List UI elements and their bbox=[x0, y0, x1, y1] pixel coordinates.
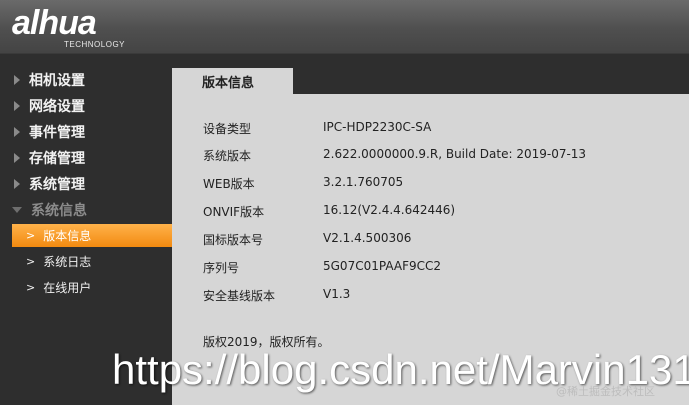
sidebar-subitem-system-log[interactable]: > 系统日志 bbox=[12, 250, 172, 273]
expand-arrow-icon bbox=[14, 75, 20, 85]
collapse-arrow-icon bbox=[12, 207, 22, 213]
value-gb-version: V2.1.4.500306 bbox=[323, 231, 412, 245]
expand-arrow-icon bbox=[14, 179, 20, 189]
sidebar-item-label: 网络设置 bbox=[29, 99, 85, 115]
value-system-version: 2.622.0000000.9.R, Build Date: 2019-07-1… bbox=[323, 147, 587, 161]
sidebar-item-network-settings[interactable]: 网络设置 bbox=[0, 93, 172, 119]
label-system-version: 系统版本 bbox=[203, 149, 252, 163]
sidebar-item-label: 相机设置 bbox=[29, 73, 85, 89]
sidebar-item-label: 系统信息 bbox=[31, 203, 87, 219]
sidebar-subitem-online-users[interactable]: > 在线用户 bbox=[12, 276, 172, 299]
label-device-type: 设备类型 bbox=[203, 122, 252, 136]
chevron-right-icon: > bbox=[26, 255, 36, 268]
logo-wordmark: alhua bbox=[12, 4, 97, 42]
label-onvif-version: ONVIF版本 bbox=[203, 205, 265, 219]
value-onvif-version: 16.12(V2.4.4.642446) bbox=[323, 203, 456, 217]
chevron-right-icon: > bbox=[26, 229, 36, 242]
expand-arrow-icon bbox=[14, 127, 20, 137]
value-web-version: 3.2.1.760705 bbox=[323, 175, 404, 189]
sidebar-subitem-label: 版本信息 bbox=[43, 229, 92, 243]
sidebar-item-storage-management[interactable]: 存储管理 bbox=[0, 145, 172, 171]
header-bar: alhua TECHNOLOGY bbox=[0, 0, 689, 54]
label-web-version: WEB版本 bbox=[203, 177, 255, 191]
expand-arrow-icon bbox=[14, 153, 20, 163]
logo-subtitle: TECHNOLOGY bbox=[64, 40, 126, 49]
sidebar-item-label: 系统管理 bbox=[29, 177, 85, 193]
tab-version-info[interactable]: 版本信息 bbox=[172, 68, 293, 95]
value-security-baseline: V1.3 bbox=[323, 287, 351, 301]
sidebar-subitem-version-info[interactable]: > 版本信息 bbox=[12, 224, 172, 247]
sidebar-item-event-management[interactable]: 事件管理 bbox=[0, 119, 172, 145]
sidebar-item-system-info[interactable]: 系统信息 bbox=[0, 197, 172, 223]
expand-arrow-icon bbox=[14, 101, 20, 111]
sidebar-item-system-management[interactable]: 系统管理 bbox=[0, 171, 172, 197]
label-serial-number: 序列号 bbox=[203, 261, 240, 275]
chevron-right-icon: > bbox=[26, 281, 36, 294]
community-watermark: @稀土掘金技术社区 bbox=[556, 385, 655, 398]
sidebar-item-label: 存储管理 bbox=[29, 151, 85, 167]
sidebar-subitem-label: 在线用户 bbox=[43, 281, 92, 295]
value-serial-number: 5G07C01PAAF9CC2 bbox=[323, 259, 442, 273]
label-gb-version: 国标版本号 bbox=[203, 233, 264, 247]
sidebar-item-camera-settings[interactable]: 相机设置 bbox=[0, 67, 172, 93]
value-device-type: IPC-HDP2230C-SA bbox=[323, 120, 432, 134]
brand-logo: alhua TECHNOLOGY bbox=[10, 4, 160, 52]
sidebar-item-label: 事件管理 bbox=[29, 125, 85, 141]
label-security-baseline: 安全基线版本 bbox=[203, 289, 276, 303]
sidebar-subitem-label: 系统日志 bbox=[43, 255, 92, 269]
